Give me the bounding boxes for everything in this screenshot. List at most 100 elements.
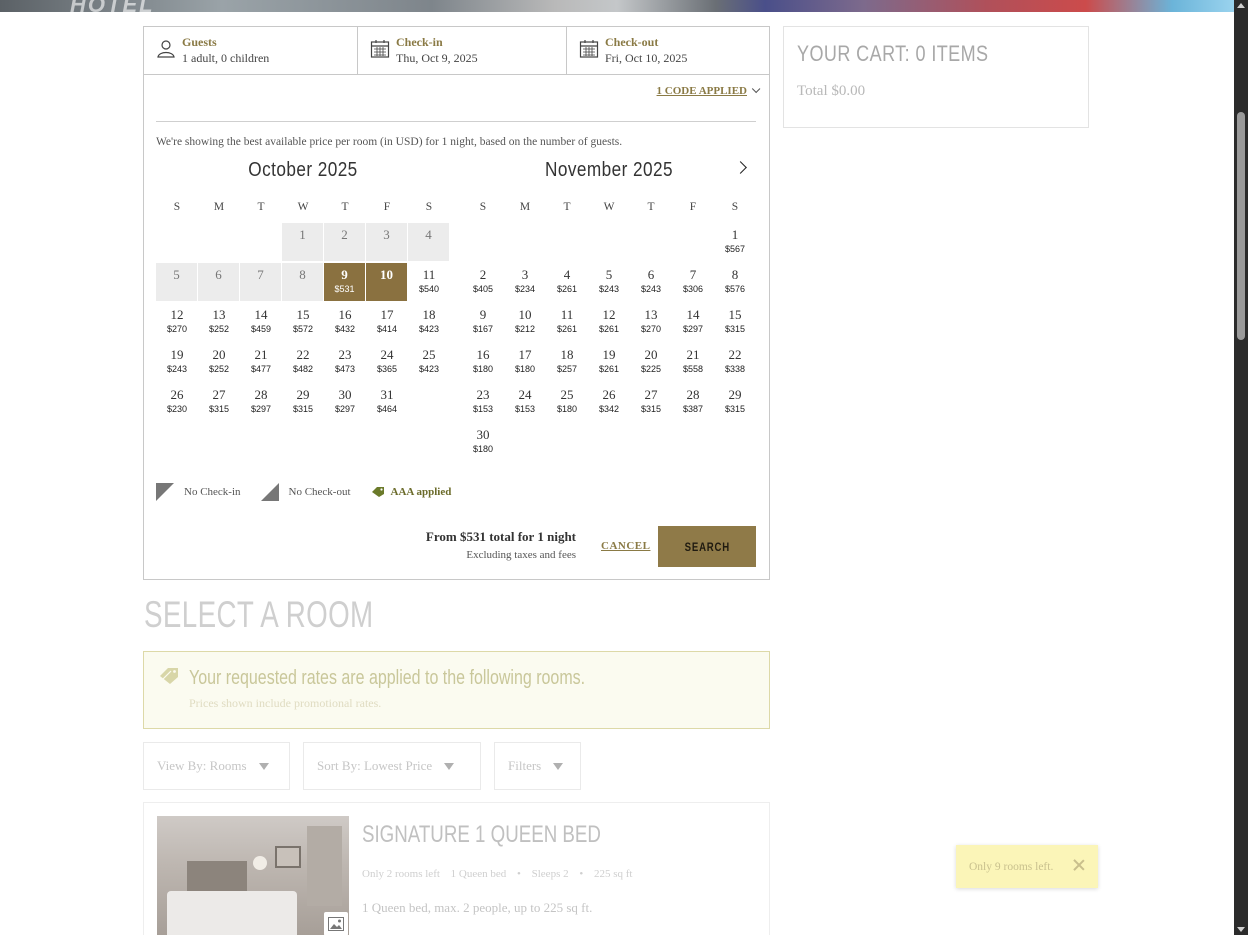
cart-total: Total $0.00 [797, 83, 866, 99]
day-cell[interactable]: 22 $482 [282, 343, 324, 383]
day-cell[interactable]: 28 $297 [240, 383, 282, 423]
scroll-down-icon[interactable] [1237, 927, 1245, 932]
close-icon[interactable] [1072, 858, 1086, 872]
weekday-label: T [341, 201, 349, 213]
weekday-label: W [297, 201, 309, 213]
day-cell[interactable]: 27 $315 [198, 383, 240, 423]
weekday-label: M [213, 201, 225, 213]
day-cell[interactable]: 21 $558 [672, 343, 714, 383]
filters-dropdown[interactable]: Filters [494, 742, 581, 790]
day-cell[interactable]: 29 $315 [282, 383, 324, 423]
day-number: 4 [425, 227, 432, 242]
day-cell[interactable]: 15 $315 [714, 303, 756, 343]
scroll-up-icon[interactable] [1237, 3, 1245, 8]
day-cell: 2 [324, 223, 365, 261]
day-cell[interactable]: 26 $342 [588, 383, 630, 423]
day-cell[interactable]: 7 $306 [672, 263, 714, 303]
day-cell[interactable]: 21 $477 [240, 343, 282, 383]
day-cell[interactable]: 25 $423 [408, 343, 450, 383]
day-cell[interactable]: 4 $261 [546, 263, 588, 303]
day-cell[interactable]: 13 $270 [630, 303, 672, 343]
day-cell[interactable]: 30 $297 [324, 383, 366, 423]
day-cell[interactable]: 16 $432 [324, 303, 366, 343]
day-cell[interactable]: 18 $257 [546, 343, 588, 383]
day-cell[interactable]: 27 $315 [630, 383, 672, 423]
separator-dot: • [579, 868, 584, 880]
day-cell[interactable]: 20 $252 [198, 343, 240, 383]
day-cell[interactable]: 22 $338 [714, 343, 756, 383]
scrollbar-thumb[interactable] [1237, 112, 1245, 340]
day-cell[interactable]: 29 $315 [714, 383, 756, 423]
room-title[interactable]: SIGNATURE 1 QUEEN BED [362, 821, 601, 849]
day-number: 29 [296, 387, 310, 402]
day-cell[interactable]: 9 $531 [324, 263, 365, 301]
day-cell[interactable]: 17 $414 [366, 303, 408, 343]
scrollbar[interactable] [1234, 0, 1248, 935]
next-month-arrow-icon[interactable] [735, 160, 749, 174]
day-cell[interactable]: 16 $180 [462, 343, 504, 383]
day-price: $243 [598, 284, 620, 294]
day-cell[interactable]: 24 $153 [504, 383, 546, 423]
day-cell[interactable]: 13 $252 [198, 303, 240, 343]
checkin-selector[interactable]: Check-in Thu, Oct 9, 2025 [358, 27, 567, 74]
day-cell[interactable]: 31 $464 [366, 383, 408, 423]
day-price: $315 [292, 404, 314, 414]
gallery-icon[interactable] [324, 912, 348, 935]
day-cell[interactable]: 5 $243 [588, 263, 630, 303]
day-blank [462, 223, 504, 263]
day-number: 21 [254, 347, 268, 362]
day-cell[interactable]: 12 $270 [156, 303, 198, 343]
day-cell[interactable]: 19 $243 [156, 343, 198, 383]
no-checkin-icon [156, 483, 174, 501]
separator-dot: • [517, 868, 521, 880]
promo-banner: Your requested rates are applied to the … [143, 651, 770, 729]
view-by-dropdown[interactable]: View By: Rooms [143, 742, 290, 790]
day-cell[interactable]: 11 $540 [408, 263, 450, 303]
day-cell[interactable]: 19 $261 [588, 343, 630, 383]
caret-down-icon [444, 762, 455, 770]
day-number: 10 [380, 267, 393, 282]
day-cell[interactable]: 30 $180 [462, 423, 504, 463]
day-number: 19 [602, 347, 616, 362]
day-cell[interactable]: 23 $473 [324, 343, 366, 383]
guests-selector[interactable]: Guests 1 adult, 0 children [144, 27, 358, 74]
codes-applied-link[interactable]: 1 CODE APPLIED [657, 84, 761, 97]
search-button[interactable]: SEARCH [658, 526, 756, 567]
day-cell[interactable]: 24 $365 [366, 343, 408, 383]
day-cell[interactable]: 2 $405 [462, 263, 504, 303]
day-cell[interactable]: 25 $180 [546, 383, 588, 423]
day-cell[interactable]: 18 $423 [408, 303, 450, 343]
day-cell[interactable]: 15 $572 [282, 303, 324, 343]
day-cell[interactable]: 26 $230 [156, 383, 198, 423]
day-number: 30 [338, 387, 352, 402]
day-price: $212 [514, 324, 536, 334]
day-cell[interactable]: 9 $167 [462, 303, 504, 343]
day-cell[interactable]: 23 $153 [462, 383, 504, 423]
day-number: 16 [338, 307, 352, 322]
day-cell[interactable]: 14 $297 [672, 303, 714, 343]
day-cell[interactable]: 20 $225 [630, 343, 672, 383]
checkout-selector[interactable]: Check-out Fri, Oct 10, 2025 [567, 27, 769, 74]
day-cell[interactable]: 12 $261 [588, 303, 630, 343]
day-cell[interactable]: 8 $576 [714, 263, 756, 303]
room-meta: Only 2 rooms left 1 Queen bed • Sleeps 2… [362, 868, 640, 880]
photo-frame [275, 846, 301, 868]
day-cell[interactable]: 11 $261 [546, 303, 588, 343]
day-number: 30 [476, 427, 490, 442]
hero-text: HOTEL [70, 0, 155, 12]
day-cell[interactable]: 28 $387 [672, 383, 714, 423]
day-cell[interactable]: 17 $180 [504, 343, 546, 383]
day-cell[interactable]: 10 [366, 263, 407, 301]
cancel-link[interactable]: CANCEL [601, 540, 650, 552]
day-cell[interactable]: 14 $459 [240, 303, 282, 343]
day-number: 28 [254, 387, 268, 402]
day-price: $473 [334, 364, 356, 374]
day-cell[interactable]: 1 $567 [714, 223, 756, 263]
room-photo[interactable] [157, 816, 349, 935]
day-number: 25 [422, 347, 436, 362]
day-cell[interactable]: 6 $243 [630, 263, 672, 303]
day-cell[interactable]: 3 $234 [504, 263, 546, 303]
sort-by-dropdown[interactable]: Sort By: Lowest Price [303, 742, 481, 790]
day-cell[interactable]: 10 $212 [504, 303, 546, 343]
day-number: 16 [476, 347, 490, 362]
